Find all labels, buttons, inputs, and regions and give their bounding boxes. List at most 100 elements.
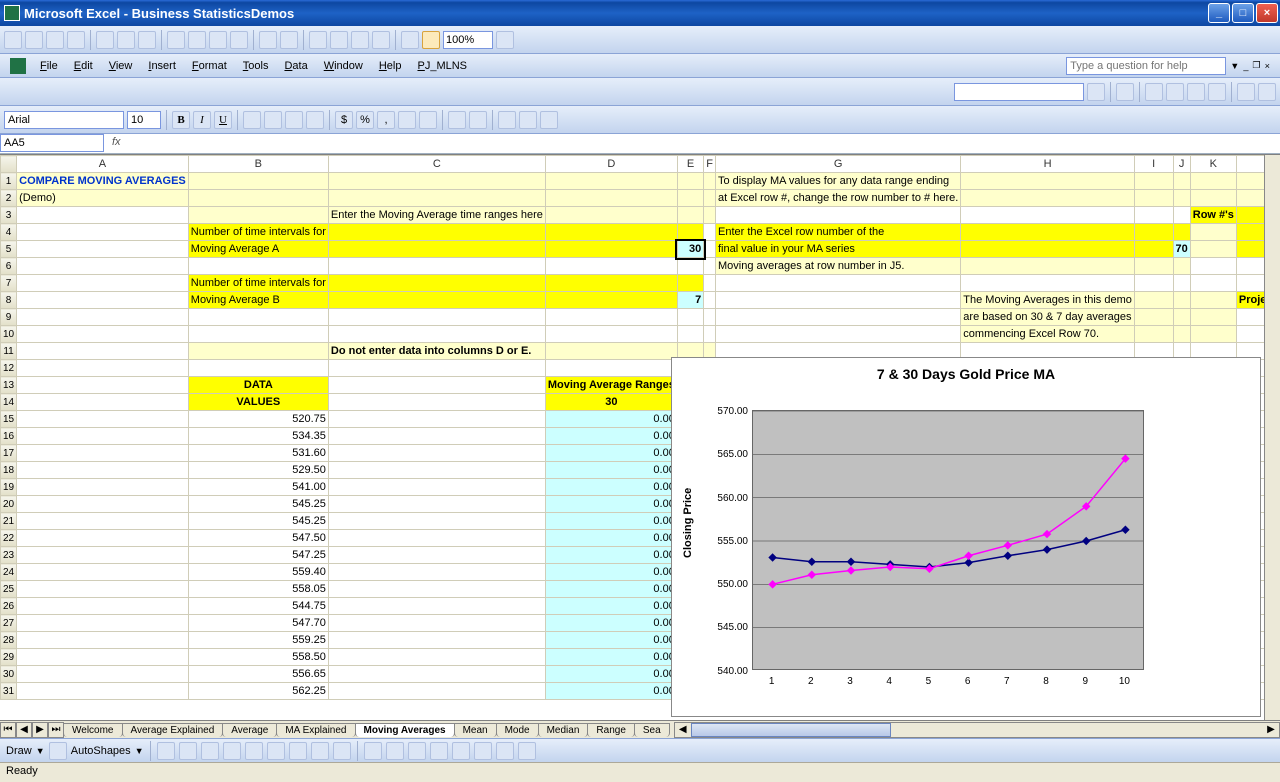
print-icon[interactable] [67,31,85,49]
font-size-input[interactable] [127,111,161,129]
arrow-style-icon[interactable] [474,742,492,760]
align-center-icon[interactable] [264,111,282,129]
fill-color-icon[interactable] [519,111,537,129]
menu-view[interactable]: View [103,58,139,74]
shadow-icon[interactable] [496,742,514,760]
menu-window[interactable]: Window [318,58,369,74]
sheet-tab-sea[interactable]: Sea [634,723,670,737]
new-icon[interactable] [4,31,22,49]
decrease-decimal-icon[interactable] [419,111,437,129]
border-outside-icon[interactable] [1145,83,1163,101]
menu-tools[interactable]: Tools [237,58,275,74]
currency-icon[interactable]: $ [335,111,353,129]
doc-restore-icon[interactable]: ❐ [1252,60,1260,71]
spelling-icon[interactable] [117,31,135,49]
paste-icon[interactable] [209,31,227,49]
picture-icon[interactable] [333,742,351,760]
italic-icon[interactable]: I [193,111,211,129]
drawing-toggle-icon[interactable] [422,31,440,49]
sheet-tab-average[interactable]: Average [222,723,277,737]
comma-icon[interactable]: , [377,111,395,129]
undo-icon[interactable] [259,31,277,49]
sheet-tab-mode[interactable]: Mode [496,723,539,737]
worksheet-grid[interactable]: ABCDEFGHIJKLMNOPQRS1COMPARE MOVING AVERA… [0,154,1280,720]
maximize-button[interactable]: □ [1232,3,1254,23]
increase-indent-icon[interactable] [469,111,487,129]
hyperlink-icon[interactable] [309,31,327,49]
copy-icon[interactable] [188,31,206,49]
chart[interactable]: 7 & 30 Days Gold Price MA Closing Price … [671,357,1261,717]
mail-icon[interactable] [1116,83,1134,101]
borders-icon[interactable] [498,111,516,129]
decrease-indent-icon[interactable] [448,111,466,129]
dash-style-icon[interactable] [452,742,470,760]
help-icon[interactable] [496,31,514,49]
sort-desc-icon[interactable] [372,31,390,49]
chart-wizard-icon[interactable] [401,31,419,49]
font-name-input[interactable] [4,111,124,129]
tab-prev-icon[interactable]: ◀ [16,722,32,738]
border-inside-icon[interactable] [1166,83,1184,101]
rectangle-icon[interactable] [201,742,219,760]
horizontal-scrollbar[interactable]: ◀ ▶ [674,722,1280,738]
sheet-tab-welcome[interactable]: Welcome [63,723,123,737]
line-style-icon[interactable] [430,742,448,760]
save-icon[interactable] [46,31,64,49]
border-none-icon[interactable] [1208,83,1226,101]
tab-last-icon[interactable]: ⏭ [48,722,64,738]
3d-icon[interactable] [518,742,536,760]
align-right-icon[interactable] [285,111,303,129]
wordart-icon[interactable] [267,742,285,760]
increase-decimal-icon[interactable] [398,111,416,129]
fx-icon[interactable]: fx [112,134,121,153]
textbox-icon[interactable] [245,742,263,760]
autoshapes-menu[interactable]: AutoShapes [71,745,131,757]
fill-color-draw-icon[interactable] [364,742,382,760]
menu-pjmlns[interactable]: PJ_MLNS [411,58,473,74]
sheet-tab-ma-explained[interactable]: MA Explained [276,723,355,737]
border-all-icon[interactable] [1187,83,1205,101]
menu-file[interactable]: File [34,58,64,74]
doc-close-icon[interactable]: × [1265,61,1270,71]
select-objects-icon[interactable] [49,742,67,760]
underline-icon[interactable]: U [214,111,232,129]
name-box[interactable] [0,134,104,152]
tab-next-icon[interactable]: ▶ [32,722,48,738]
go-icon[interactable] [1087,83,1105,101]
menu-insert[interactable]: Insert [142,58,182,74]
sheet-tab-range[interactable]: Range [587,723,634,737]
merge-center-icon[interactable] [306,111,324,129]
sheet-tab-moving-averages[interactable]: Moving Averages [355,723,455,737]
line-icon[interactable] [157,742,175,760]
diagram-icon[interactable] [289,742,307,760]
align-left-icon[interactable] [243,111,261,129]
oval-icon[interactable] [223,742,241,760]
percent-icon[interactable]: % [356,111,374,129]
sheet-tab-average-explained[interactable]: Average Explained [122,723,224,737]
research-icon[interactable] [138,31,156,49]
line-color-icon[interactable] [386,742,404,760]
font-color-icon[interactable] [540,111,558,129]
font-color-draw-icon[interactable] [408,742,426,760]
tab-first-icon[interactable]: ⏮ [0,722,16,738]
minimize-button[interactable]: _ [1208,3,1230,23]
draw-menu[interactable]: Draw [6,745,32,757]
doc-minimize-icon[interactable]: _ [1243,61,1248,71]
print-preview-icon[interactable] [96,31,114,49]
bold-icon[interactable]: B [172,111,190,129]
quicklinks-input[interactable] [954,83,1084,101]
sort-asc-icon[interactable] [351,31,369,49]
close-button[interactable]: × [1256,3,1278,23]
vertical-scrollbar[interactable] [1264,155,1280,720]
sheet-tab-mean[interactable]: Mean [454,723,497,737]
open-icon[interactable] [25,31,43,49]
menu-format[interactable]: Format [186,58,233,74]
format-painter-icon[interactable] [230,31,248,49]
menu-data[interactable]: Data [278,58,313,74]
clipart-icon[interactable] [311,742,329,760]
cut-icon[interactable] [167,31,185,49]
refresh-icon[interactable] [1258,83,1276,101]
zoom-input[interactable] [443,31,493,49]
fill-icon[interactable] [1237,83,1255,101]
arrow-icon[interactable] [179,742,197,760]
